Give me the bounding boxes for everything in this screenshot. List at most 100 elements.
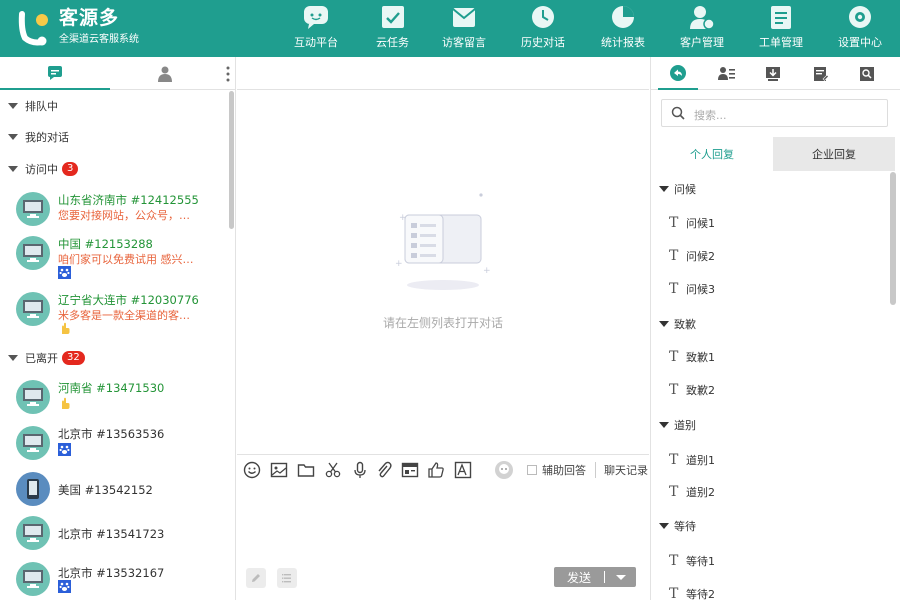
image-icon[interactable]: [270, 461, 288, 479]
tab-personal-reply[interactable]: 个人回复: [651, 137, 773, 171]
search-input[interactable]: 搜索...: [661, 99, 888, 127]
group-queue[interactable]: 排队中: [8, 97, 58, 115]
emoji-icon[interactable]: [243, 461, 261, 479]
tab-visitor-info[interactable]: [707, 57, 747, 90]
count-badge: 3: [62, 162, 79, 176]
conversation-item[interactable]: 河南省 #13471530: [16, 380, 228, 424]
chat-header: [237, 57, 649, 90]
task-check-icon: [380, 4, 406, 30]
nav-customer-management[interactable]: 客户管理: [680, 0, 724, 57]
person-icon: [158, 66, 172, 82]
visitor-card-icon: [718, 66, 735, 80]
chevron-down-icon[interactable]: [616, 575, 626, 580]
group-label: 排队中: [25, 100, 58, 113]
more-options-icon[interactable]: [225, 65, 231, 83]
nav-settings[interactable]: 设置中心: [838, 0, 882, 57]
reply-item-label: 致歉2: [686, 384, 715, 397]
thumbs-up-icon[interactable]: [427, 461, 445, 479]
tab-search-record[interactable]: [847, 57, 887, 90]
group-my-conversations[interactable]: 我的对话: [8, 128, 69, 146]
nav-visitor-messages[interactable]: 访客留言: [442, 0, 486, 57]
group-left[interactable]: 已离开 32: [8, 349, 85, 367]
nav-label: 云任务: [376, 36, 409, 49]
svg-text:+: +: [483, 266, 491, 276]
chat-list-icon: [48, 65, 62, 80]
tab-download[interactable]: [753, 57, 793, 90]
svg-text:+: +: [399, 213, 407, 223]
right-tabs: [651, 57, 900, 90]
avatar: [16, 236, 50, 270]
collapse-arrow-icon: [8, 166, 18, 172]
desktop-icon: [23, 434, 43, 452]
scissors-icon[interactable]: [324, 461, 342, 479]
reply-item[interactable]: T 道别2: [669, 484, 715, 500]
conversation-item[interactable]: 辽宁省大连市 #12030776 米多客是一款全渠道的客…: [16, 292, 228, 336]
tab-quick-reply[interactable]: [658, 57, 698, 90]
conversation-item[interactable]: 北京市 #13532167: [16, 562, 228, 606]
reply-group[interactable]: 问候: [659, 181, 696, 197]
tab-order[interactable]: [801, 57, 841, 90]
brand-name: 客源多: [59, 7, 120, 29]
avatar: [16, 192, 50, 226]
reply-item[interactable]: T 致歉2: [669, 382, 715, 398]
reply-item[interactable]: T 问候2: [669, 248, 715, 264]
left-tabs: [0, 57, 235, 90]
reply-group[interactable]: 道别: [659, 417, 696, 433]
reply-item[interactable]: T 问候1: [669, 215, 715, 231]
assist-reply-toggle[interactable]: 辅助回答: [521, 462, 586, 478]
desktop-icon: [23, 300, 43, 318]
nav-work-orders[interactable]: 工单管理: [759, 0, 803, 57]
reply-group[interactable]: 等待: [659, 518, 696, 534]
nav-statistics[interactable]: 统计报表: [601, 0, 645, 57]
nav-cloud-task[interactable]: 云任务: [376, 0, 409, 57]
desktop-icon: [23, 244, 43, 262]
tab-conversations[interactable]: [0, 57, 110, 90]
chat-history-link[interactable]: 聊天记录: [595, 462, 648, 478]
conversation-item[interactable]: 中国 #12153288 咱们家可以免费试用 感兴…: [16, 236, 228, 280]
reply-item[interactable]: T 致歉1: [669, 349, 715, 365]
visitor-name: 北京市 #13563536: [58, 427, 165, 441]
reply-item-label: 问候3: [686, 283, 715, 296]
collapse-arrow-icon: [659, 321, 669, 327]
reply-group[interactable]: 致歉: [659, 316, 696, 332]
tab-contacts[interactable]: [110, 57, 220, 90]
right-scrollbar[interactable]: [890, 172, 896, 305]
order-edit-icon: [814, 66, 829, 81]
paperclip-icon[interactable]: [375, 461, 393, 479]
reply-item-label: 等待1: [686, 555, 715, 568]
nav-history-chats[interactable]: 历史对话: [521, 0, 565, 57]
edit-button[interactable]: [246, 568, 266, 588]
quick-reply-card-icon[interactable]: [401, 461, 419, 479]
hand-pointer-icon: [62, 397, 70, 409]
list-button[interactable]: [277, 568, 297, 588]
assist-checkbox[interactable]: [527, 465, 537, 475]
desktop-icon: [23, 524, 43, 542]
conversation-item[interactable]: 美国 #13542152: [16, 472, 228, 516]
search-icon: [671, 106, 685, 120]
settings-icon: [847, 4, 873, 30]
send-button[interactable]: 发送: [554, 567, 636, 587]
pie-chart-icon: [610, 4, 636, 30]
left-scrollbar[interactable]: [229, 91, 234, 229]
nav-interaction-platform[interactable]: 互动平台: [294, 0, 338, 57]
conversation-item[interactable]: 北京市 #13563536: [16, 426, 228, 470]
folder-icon[interactable]: [297, 461, 315, 479]
text-type-icon: T: [669, 215, 679, 231]
robot-assistant-icon[interactable]: [494, 460, 514, 480]
top-bar: 客源多 全渠道云客服系统 互动平台 云任务 访客留言 历史对话 统计报表 客户管…: [0, 0, 900, 57]
conversation-list-panel: 排队中 我的对话 访问中 3 山东省济南市 #12412555 您要对接网站，公…: [0, 57, 236, 600]
nav-label: 互动平台: [294, 36, 338, 49]
microphone-icon[interactable]: [351, 461, 369, 479]
tab-company-reply[interactable]: 企业回复: [773, 137, 895, 171]
reply-item[interactable]: T 问候3: [669, 281, 715, 297]
text-format-icon[interactable]: [454, 461, 472, 479]
reply-item[interactable]: T 等待1: [669, 553, 715, 569]
reply-item[interactable]: T 道别1: [669, 452, 715, 468]
group-visiting[interactable]: 访问中 3: [8, 160, 79, 178]
visitor-name: 美国 #13542152: [58, 483, 153, 497]
reply-item-label: 问候2: [686, 250, 715, 263]
group-label: 我的对话: [25, 131, 69, 144]
conversation-item[interactable]: 北京市 #13541723: [16, 516, 228, 560]
reply-item-label: 道别1: [686, 454, 715, 467]
conversation-item[interactable]: 山东省济南市 #12412555 您要对接网站，公众号，…: [16, 192, 228, 236]
